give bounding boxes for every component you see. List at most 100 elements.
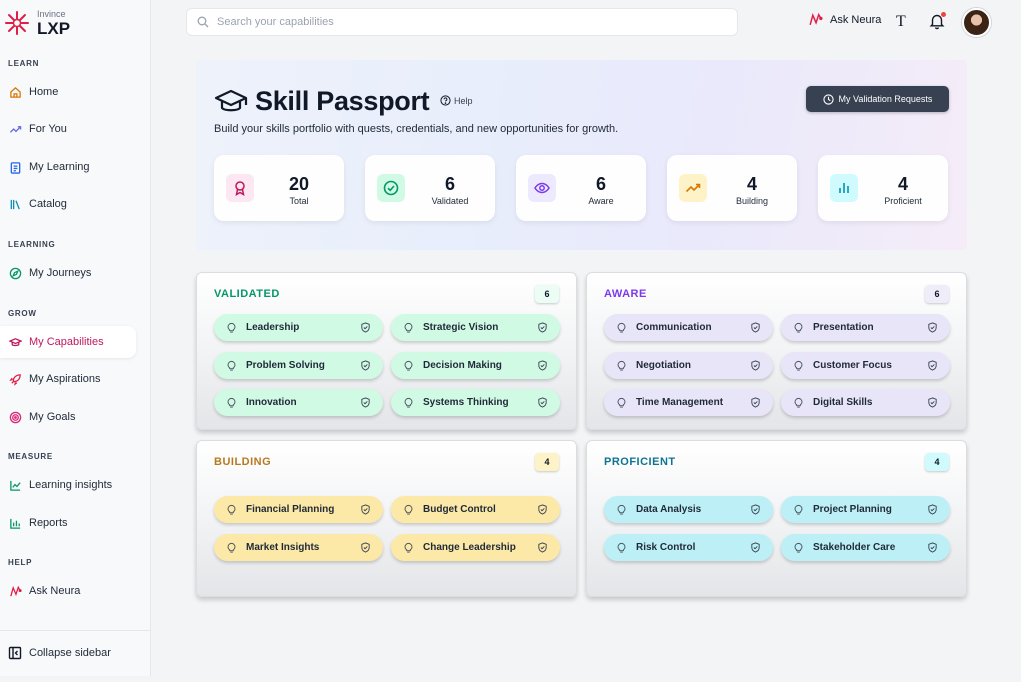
library-icon	[8, 197, 22, 211]
sidebar-item-label: My Goals	[29, 411, 76, 423]
ask-neura-button[interactable]: Ask Neura	[808, 12, 881, 27]
category-count: 6	[925, 285, 949, 303]
sidebar-item-label: Ask Neura	[29, 585, 81, 597]
sidebar-item-reports[interactable]: Reports	[0, 507, 136, 539]
sidebar-item-label: My Capabilities	[29, 336, 104, 348]
notification-bell-icon[interactable]	[928, 12, 946, 30]
skill-pill[interactable]: Budget Control	[391, 496, 560, 523]
shield-check-icon	[928, 322, 937, 333]
stat-label: Building	[735, 196, 769, 206]
skill-pill[interactable]: Communication	[604, 314, 773, 341]
sidebar-item-home[interactable]: Home	[0, 76, 136, 108]
target-icon	[8, 410, 22, 424]
skill-name: Strategic Vision	[423, 322, 499, 333]
stat-card-building: 4 Building	[667, 155, 797, 221]
help-link[interactable]: Help	[440, 95, 473, 106]
category-count: 6	[535, 285, 559, 303]
category-count: 4	[925, 453, 949, 471]
neura-icon	[8, 584, 22, 598]
skill-pill[interactable]: Systems Thinking	[391, 389, 560, 416]
skill-pill[interactable]: Problem Solving	[214, 352, 383, 379]
search-box[interactable]	[186, 8, 738, 36]
my-validation-requests-button[interactable]: My Validation Requests	[806, 86, 949, 112]
skill-name: Customer Focus	[813, 360, 892, 371]
eye-icon	[528, 174, 556, 202]
collapse-sidebar-button[interactable]: Collapse sidebar	[0, 630, 151, 674]
shield-check-icon	[928, 360, 937, 371]
sidebar-item-for-you[interactable]: For You	[0, 113, 136, 145]
search-input[interactable]	[217, 16, 717, 28]
logo[interactable]: Invince LXP	[4, 6, 70, 40]
shield-check-icon	[361, 504, 370, 515]
skill-name: Innovation	[246, 397, 297, 408]
category-count: 4	[535, 453, 559, 471]
skill-pill[interactable]: Risk Control	[604, 534, 773, 561]
skill-pill[interactable]: Strategic Vision	[391, 314, 560, 341]
lightbulb-icon	[227, 542, 236, 553]
skill-name: Decision Making	[423, 360, 502, 371]
skill-name: Leadership	[246, 322, 300, 333]
shield-check-icon	[751, 504, 760, 515]
sidebar-item-my-journeys[interactable]: My Journeys	[0, 257, 136, 289]
shield-check-icon	[751, 322, 760, 333]
sidebar-item-ask-neura[interactable]: Ask Neura	[0, 575, 136, 607]
skill-pill[interactable]: Leadership	[214, 314, 383, 341]
section-label-help: HELP	[8, 558, 33, 567]
help-icon	[440, 95, 451, 106]
page-title: Skill Passport	[255, 86, 430, 116]
lightbulb-icon	[794, 322, 803, 333]
notification-dot	[941, 12, 946, 17]
clipboard-icon	[8, 160, 22, 174]
skill-name: Project Planning	[813, 504, 892, 515]
lightbulb-icon	[404, 542, 413, 553]
shield-check-icon	[538, 504, 547, 515]
sidebar-item-learning-insights[interactable]: Learning insights	[0, 469, 136, 501]
shield-check-icon	[538, 322, 547, 333]
skill-pill[interactable]: Presentation	[781, 314, 950, 341]
skill-pill[interactable]: Decision Making	[391, 352, 560, 379]
stat-card-total: 20 Total	[214, 155, 344, 221]
collapse-label: Collapse sidebar	[29, 646, 111, 659]
sidebar-item-catalog[interactable]: Catalog	[0, 188, 136, 220]
skill-pill[interactable]: Market Insights	[214, 534, 383, 561]
avatar[interactable]	[962, 8, 991, 37]
brand-big: LXP	[37, 18, 71, 38]
shield-check-icon	[928, 542, 937, 553]
lightbulb-icon	[227, 322, 236, 333]
brand-small: Invince	[37, 8, 66, 19]
trend-icon	[8, 122, 22, 136]
check-circle-icon	[377, 174, 405, 202]
lightbulb-icon	[404, 322, 413, 333]
skill-pill[interactable]: Innovation	[214, 389, 383, 416]
sidebar-item-my-learning[interactable]: My Learning	[0, 151, 136, 183]
skill-pill[interactable]: Customer Focus	[781, 352, 950, 379]
font-size-icon[interactable]: T	[896, 13, 906, 31]
search-icon	[197, 16, 209, 28]
lightbulb-icon	[617, 397, 626, 408]
shield-check-icon	[538, 360, 547, 371]
section-label-measure: MEASURE	[8, 452, 53, 461]
neura-icon	[809, 12, 823, 26]
shield-check-icon	[928, 397, 937, 408]
skill-pill[interactable]: Data Analysis	[604, 496, 773, 523]
stat-value: 6	[595, 174, 606, 194]
stat-value: 20	[288, 174, 310, 194]
sidebar-item-my-capabilities[interactable]: My Capabilities	[0, 326, 136, 358]
skill-name: Systems Thinking	[423, 397, 509, 408]
skill-name: Change Leadership	[423, 542, 516, 553]
skill-pill[interactable]: Stakeholder Care	[781, 534, 950, 561]
skill-pill[interactable]: Change Leadership	[391, 534, 560, 561]
skill-pill[interactable]: Time Management	[604, 389, 773, 416]
stat-label: Validated	[431, 196, 469, 206]
stat-card-proficient: 4 Proficient	[818, 155, 948, 221]
sidebar-item-my-aspirations[interactable]: My Aspirations	[0, 363, 136, 395]
skill-pill[interactable]: Financial Planning	[214, 496, 383, 523]
sidebar-item-my-goals[interactable]: My Goals	[0, 401, 136, 433]
skill-pill[interactable]: Project Planning	[781, 496, 950, 523]
skill-pill[interactable]: Negotiation	[604, 352, 773, 379]
skill-name: Negotiation	[636, 360, 691, 371]
lightbulb-icon	[227, 360, 236, 371]
sidebar-item-label: For You	[29, 123, 67, 135]
skill-pill[interactable]: Digital Skills	[781, 389, 950, 416]
ask-neura-label: Ask Neura	[830, 13, 882, 26]
